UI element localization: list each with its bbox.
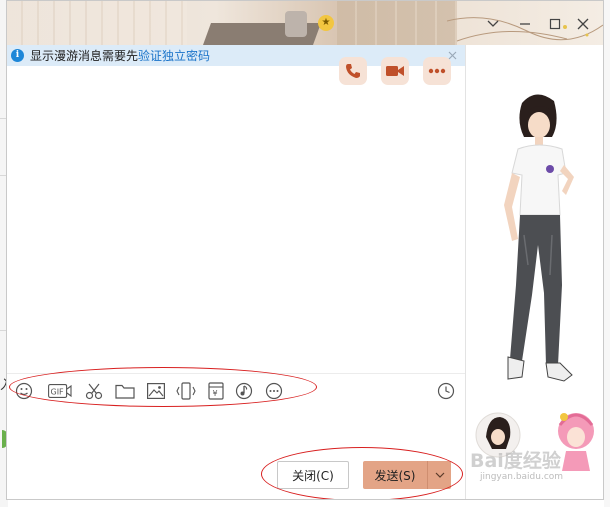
avatar-figure bbox=[475, 94, 594, 471]
svg-text:¥: ¥ bbox=[213, 389, 218, 398]
input-divider bbox=[7, 373, 465, 374]
music-icon[interactable] bbox=[233, 380, 255, 402]
voice-call-button[interactable] bbox=[339, 57, 367, 85]
message-input[interactable] bbox=[7, 406, 465, 456]
chevron-down-icon[interactable] bbox=[483, 14, 503, 34]
avatar-show-panel bbox=[466, 45, 603, 499]
video-call-button[interactable] bbox=[381, 57, 409, 85]
contact-avatar-blurred bbox=[285, 11, 307, 37]
watermark-logo: Bai度经验 bbox=[470, 450, 561, 472]
title-bar[interactable]: ★ bbox=[7, 1, 603, 45]
send-button[interactable]: 发送(S) bbox=[363, 461, 427, 489]
image-icon[interactable] bbox=[145, 380, 167, 402]
emoji-icon[interactable] bbox=[13, 380, 35, 402]
background-app-right bbox=[604, 0, 610, 507]
message-area[interactable] bbox=[7, 66, 465, 374]
more-icon bbox=[428, 68, 446, 74]
gif-icon[interactable]: GIF bbox=[47, 380, 73, 402]
svg-text:GIF: GIF bbox=[51, 388, 65, 397]
notice-text: 显示漫游消息需要先 bbox=[30, 49, 139, 63]
watermark-url: jingyan.baidu.com bbox=[480, 472, 564, 482]
send-options-button[interactable] bbox=[427, 461, 451, 489]
verify-password-link[interactable]: 验证独立密码 bbox=[138, 47, 210, 64]
phone-icon bbox=[346, 64, 360, 78]
maximize-icon[interactable] bbox=[545, 14, 565, 34]
close-button[interactable]: 关闭(C) bbox=[277, 461, 349, 489]
chevron-down-icon bbox=[435, 472, 444, 478]
history-clock-icon[interactable] bbox=[435, 380, 457, 402]
red-packet-icon[interactable]: ¥ bbox=[205, 380, 227, 402]
vip-badge-icon: ★ bbox=[318, 15, 334, 31]
video-icon bbox=[386, 66, 404, 76]
screenshot-scissors-icon[interactable] bbox=[83, 380, 105, 402]
shake-icon[interactable] bbox=[175, 380, 197, 402]
close-icon[interactable] bbox=[573, 14, 593, 34]
more-actions-button[interactable] bbox=[423, 57, 451, 85]
folder-icon[interactable] bbox=[114, 380, 136, 402]
minimize-icon[interactable] bbox=[515, 14, 535, 34]
more-tools-icon[interactable] bbox=[263, 380, 285, 402]
info-icon: i bbox=[11, 49, 24, 62]
chat-window: ★ i 显示漫游消息需要先 验证独立密码 GIF ¥ 关闭(C) 发送(S) bbox=[6, 0, 604, 500]
